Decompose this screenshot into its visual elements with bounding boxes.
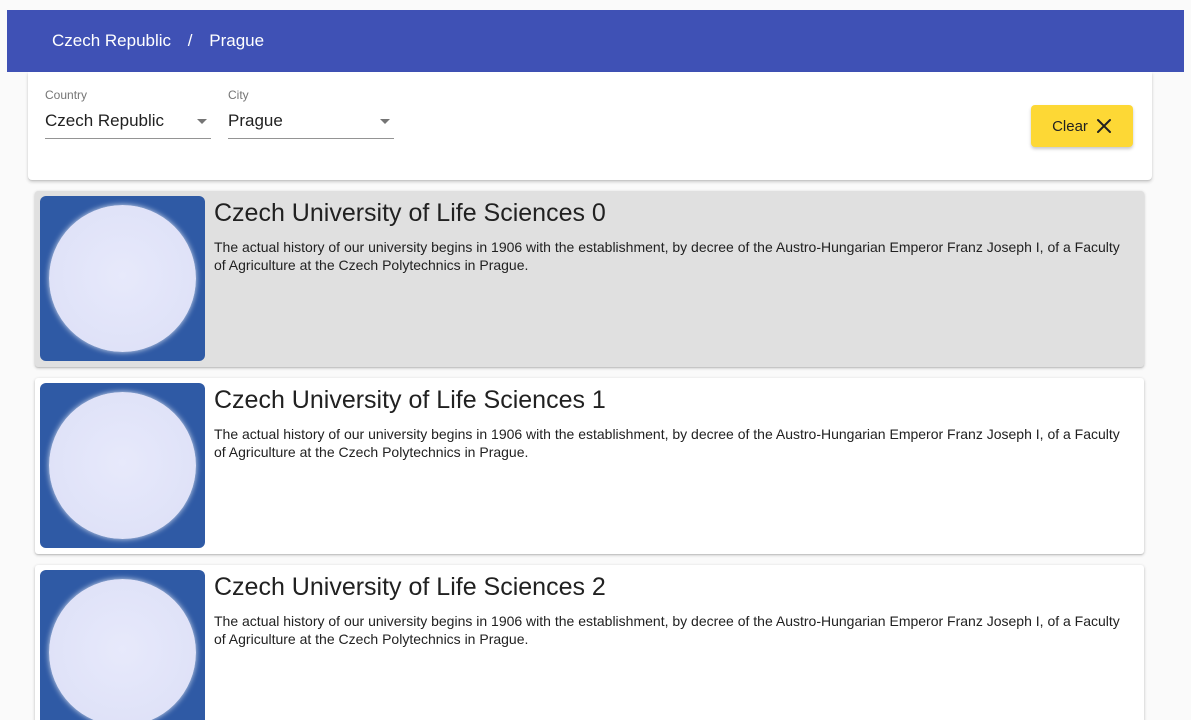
arrow-drop-down-icon: [197, 118, 207, 124]
result-card[interactable]: Czech University of Life Sciences 2 The …: [35, 565, 1144, 720]
university-logo-icon: [49, 579, 196, 720]
university-logo-icon: [49, 392, 196, 539]
city-label: City: [228, 88, 249, 102]
result-description: The actual history of our university beg…: [214, 426, 1120, 460]
result-card[interactable]: Czech University of Life Sciences 0 The …: [35, 191, 1144, 367]
breadcrumb-separator: /: [187, 31, 193, 50]
breadcrumb: Czech Republic / Prague: [52, 31, 264, 51]
university-logo-icon: [49, 205, 196, 352]
clear-button-label: Clear: [1052, 117, 1088, 135]
page: Czech Republic / Prague Country Czech Re…: [0, 0, 1191, 720]
university-thumbnail: [40, 570, 205, 720]
country-field: Country Czech Republic: [45, 88, 211, 139]
city-value: Prague: [228, 111, 283, 130]
result-card[interactable]: Czech University of Life Sciences 1 The …: [35, 378, 1144, 554]
result-title: Czech University of Life Sciences 1: [214, 386, 606, 414]
breadcrumb-city[interactable]: Prague: [209, 31, 264, 50]
result-description: The actual history of our university beg…: [214, 613, 1120, 647]
city-select[interactable]: Prague: [228, 110, 394, 139]
city-field: City Prague: [228, 88, 394, 139]
country-label: Country: [45, 88, 88, 102]
arrow-drop-down-icon: [380, 118, 390, 124]
university-thumbnail: [40, 383, 205, 548]
result-title: Czech University of Life Sciences 2: [214, 573, 606, 601]
close-icon: [1096, 119, 1111, 133]
clear-button[interactable]: Clear: [1031, 105, 1133, 147]
university-thumbnail: [40, 196, 205, 361]
result-description: The actual history of our university beg…: [214, 239, 1120, 273]
breadcrumb-country[interactable]: Czech Republic: [52, 31, 171, 50]
top-toolbar: Czech Republic / Prague: [7, 10, 1184, 72]
country-value: Czech Republic: [45, 111, 165, 130]
filter-panel: Country Czech Republic City Prague Clear: [28, 72, 1152, 180]
result-title: Czech University of Life Sciences 0: [214, 199, 606, 227]
country-select[interactable]: Czech Republic: [45, 110, 211, 139]
